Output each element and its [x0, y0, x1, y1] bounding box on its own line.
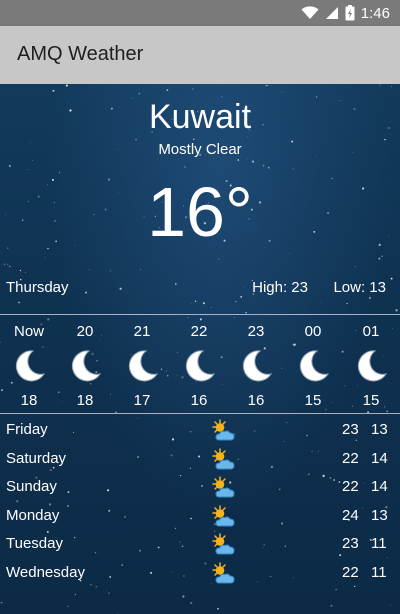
day-name: Sunday: [6, 478, 57, 496]
partly-cloudy-icon: [212, 447, 235, 470]
hour-temperature: 17: [133, 392, 151, 409]
hour-label: 01: [362, 323, 380, 340]
daily-row: Monday 24 13: [0, 503, 400, 532]
moon-icon: [15, 350, 46, 382]
day-name: Saturday: [6, 449, 67, 467]
status-time: 1:46: [360, 4, 390, 22]
partly-cloudy-icon: [212, 419, 235, 441]
hour-temperature: 16: [247, 392, 265, 409]
hourly-item: 21 17: [117, 322, 167, 409]
hour-temperature: 18: [76, 392, 94, 409]
day-low: 13: [371, 421, 388, 438]
moon-icon: [185, 350, 216, 382]
app-bar: AMQ Weather: [0, 26, 400, 84]
app-title: AMQ Weather: [17, 43, 144, 65]
hourly-item: 23 16: [231, 322, 281, 409]
day-high: 23: [342, 535, 359, 553]
today-high: High: 23: [252, 279, 308, 296]
today-summary: Thursday High: 23 Low: 13: [6, 279, 386, 299]
day-name: Tuesday: [6, 535, 63, 553]
wifi-icon: [301, 6, 319, 19]
day-name: Wednesday: [6, 563, 85, 581]
partly-cloudy-icon: [212, 505, 235, 527]
hour-label: 22: [190, 323, 208, 340]
daily-row: Friday 23 13: [0, 417, 400, 446]
hour-temperature: 15: [304, 392, 322, 409]
day-name: Friday: [6, 421, 48, 438]
city-name: Kuwait: [148, 98, 252, 136]
hourly-item: Now 18: [4, 322, 54, 409]
hour-label: 20: [76, 323, 94, 340]
cell-signal-icon: [325, 7, 338, 19]
today-day: Thursday: [6, 279, 69, 296]
daily-forecast[interactable]: Friday 23 13 Saturday 22 14 Sunday 22 14 Monday 24…: [0, 417, 400, 589]
current-temperature: 16°: [147, 173, 253, 251]
daily-row: Tuesday 23 11: [0, 531, 400, 560]
hourly-item: 20 18: [60, 322, 110, 409]
moon-icon: [242, 350, 273, 382]
day-high: 23: [342, 421, 359, 438]
moon-icon: [71, 350, 102, 382]
daily-row: Sunday 22 14: [0, 474, 400, 503]
day-name: Monday: [6, 506, 60, 524]
moon-icon: [299, 350, 330, 382]
day-high: 24: [342, 506, 359, 524]
partly-cloudy-icon: [212, 476, 235, 498]
daily-row: Saturday 22 14: [0, 446, 400, 475]
moon-icon: [357, 350, 388, 382]
hourly-item: 00 15: [288, 322, 338, 409]
hourly-item: 01 15: [346, 322, 396, 409]
daily-row: Wednesday 22 11: [0, 560, 400, 589]
partly-cloudy-icon: [212, 562, 235, 584]
divider-bottom: [0, 413, 400, 414]
status-bar: 1:46: [0, 0, 400, 26]
hour-label: Now: [13, 323, 44, 340]
battery-icon: [345, 5, 355, 21]
partly-cloudy-icon: [212, 533, 235, 555]
weather-condition: Mostly Clear: [158, 141, 242, 158]
moon-icon: [128, 350, 159, 382]
day-low: 11: [371, 535, 387, 553]
divider-top: [0, 314, 400, 315]
hour-temperature: 18: [20, 392, 38, 409]
day-low: 14: [371, 449, 388, 467]
hour-temperature: 15: [362, 392, 380, 409]
day-high: 22: [342, 563, 359, 581]
weather-content[interactable]: Kuwait Mostly Clear 16° Thursday High: 2…: [0, 84, 400, 614]
hour-label: 00: [304, 323, 322, 340]
day-high: 22: [342, 449, 359, 467]
hour-temperature: 16: [190, 392, 208, 409]
day-low: 11: [371, 563, 387, 581]
day-low: 14: [371, 478, 388, 496]
day-low: 13: [371, 506, 388, 524]
today-low: Low: 13: [333, 279, 386, 296]
hour-label: 23: [247, 323, 265, 340]
day-high: 22: [342, 478, 359, 496]
status-icons: 1:46: [301, 4, 390, 22]
hourly-forecast[interactable]: Now 18 20 18 21 17 22 16 23 16 00 15 01 15: [0, 322, 400, 414]
hour-label: 21: [133, 323, 151, 340]
hourly-item: 22 16: [174, 322, 224, 409]
